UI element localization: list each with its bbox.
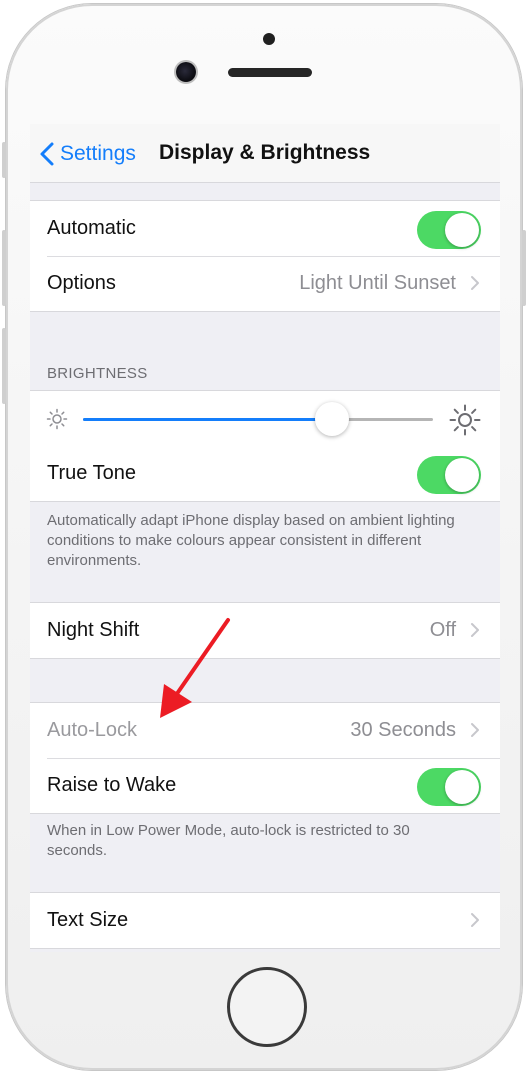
sun-large-icon (449, 404, 481, 436)
home-button[interactable] (227, 967, 307, 1047)
automatic-row: Automatic (30, 201, 500, 256)
toggle-knob (445, 770, 479, 804)
text-size-label: Text Size (47, 909, 129, 931)
navigation-bar: Settings Display & Brightness (30, 124, 500, 183)
volume-up-button (2, 230, 6, 306)
chevron-right-icon (471, 913, 479, 927)
settings-screen: Settings Display & Brightness Automatic … (30, 124, 500, 952)
appearance-group: Automatic Options Light Until Sunset (30, 200, 500, 312)
volume-down-button (2, 328, 6, 404)
text-size-row[interactable]: Text Size (30, 893, 500, 948)
night-shift-row[interactable]: Night Shift Off (30, 603, 500, 658)
back-button-label: Settings (60, 142, 136, 165)
toggle-knob (445, 458, 479, 492)
auto-lock-label: Auto-Lock (47, 719, 138, 741)
lock-group: Auto-Lock 30 Seconds Raise to Wake (30, 702, 500, 814)
raise-to-wake-label: Raise to Wake (47, 774, 177, 796)
raise-to-wake-row: Raise to Wake (30, 758, 500, 813)
earpiece-speaker (228, 68, 312, 77)
true-tone-footer: Automatically adapt iPhone display based… (47, 512, 455, 569)
raise-to-wake-toggle[interactable] (417, 768, 481, 806)
sun-small-icon (46, 408, 68, 430)
proximity-sensor (263, 33, 275, 45)
chevron-right-icon (471, 276, 479, 290)
chevron-right-icon (471, 723, 479, 737)
options-value: Light Until Sunset (299, 272, 456, 294)
brightness-section-header: BRIGHTNESS (47, 365, 148, 382)
night-shift-value: Off (429, 619, 456, 641)
night-shift-group: Night Shift Off (30, 602, 500, 659)
back-button[interactable]: Settings (38, 140, 136, 168)
automatic-label: Automatic (47, 217, 136, 239)
auto-lock-value: 30 Seconds (350, 719, 456, 741)
true-tone-toggle[interactable] (417, 456, 481, 494)
options-label: Options (47, 272, 116, 294)
red-arrow-icon (160, 618, 230, 718)
automatic-toggle[interactable] (417, 211, 481, 249)
power-button (522, 230, 526, 306)
true-tone-row: True Tone (30, 446, 500, 501)
toggle-knob (445, 213, 479, 247)
auto-lock-row[interactable]: Auto-Lock 30 Seconds (30, 703, 500, 758)
mute-switch (2, 142, 6, 178)
night-shift-label: Night Shift (47, 619, 140, 641)
page-title: Display & Brightness (159, 141, 371, 164)
true-tone-label: True Tone (47, 462, 136, 484)
front-camera (176, 62, 196, 82)
text-size-group: Text Size (30, 892, 500, 949)
chevron-left-icon (40, 142, 54, 166)
chevron-right-icon (471, 623, 479, 637)
brightness-slider-row (30, 391, 500, 446)
brightness-slider-fill (83, 418, 332, 421)
brightness-group: True Tone (30, 390, 500, 502)
brightness-slider-thumb[interactable] (315, 402, 349, 436)
low-power-footer: When in Low Power Mode, auto-lock is res… (47, 822, 410, 859)
options-row[interactable]: Options Light Until Sunset (30, 256, 500, 311)
brightness-slider-track[interactable] (83, 418, 433, 421)
